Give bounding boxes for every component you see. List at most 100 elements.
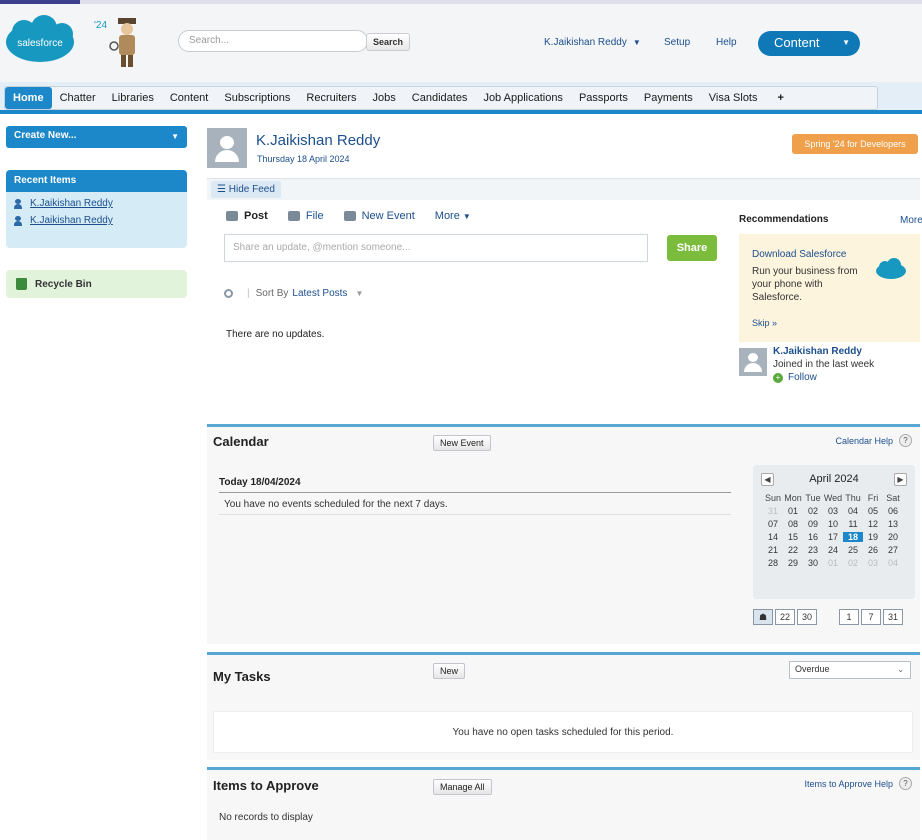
tab-recruiters[interactable]: Recruiters [298,87,364,109]
recycle-bin-link[interactable]: Recycle Bin [6,270,187,298]
chevron-down-icon: ▼ [632,38,641,47]
calendar-day[interactable]: 12 [863,519,883,529]
user-menu[interactable]: K.Jaikishan Reddy ▼ [544,37,641,48]
calendar-day[interactable]: 23 [803,545,823,555]
more-actions-tab[interactable]: More ▼ [435,210,471,222]
profile-avatar[interactable] [207,128,247,168]
list-view-button[interactable]: 30 [797,609,817,625]
tab-subscriptions[interactable]: Subscriptions [216,87,298,109]
calendar-day[interactable]: 07 [763,519,783,529]
calendar-day[interactable]: 14 [763,532,783,542]
calendar-day[interactable]: 10 [823,519,843,529]
tab-candidates[interactable]: Candidates [404,87,476,109]
tab-payments[interactable]: Payments [636,87,701,109]
app-menu-button[interactable]: Content ▼ [758,31,860,56]
tab-passports[interactable]: Passports [571,87,636,109]
calendar-day[interactable]: 08 [783,519,803,529]
tab-libraries[interactable]: Libraries [104,87,162,109]
person-avatar[interactable] [739,348,767,376]
calendar-day[interactable]: 04 [883,558,903,568]
new-task-button[interactable]: New [433,663,466,679]
calendar-day[interactable]: 15 [783,532,803,542]
hide-feed-button[interactable]: ☰ Hide Feed [211,181,281,198]
new-event-tab[interactable]: New Event [343,210,415,222]
calendar-day[interactable]: 22 [783,545,803,555]
follow-button[interactable]: + Follow [773,372,817,383]
salesforce-logo[interactable]: salesforce [4,14,76,66]
create-new-label: Create New... [14,130,77,141]
manage-all-button[interactable]: Manage All [433,779,492,795]
approvals-help-link[interactable]: Items to Approve Help? [804,777,912,790]
search-button[interactable]: Search [366,33,410,51]
calendar-day[interactable]: 01 [783,506,803,516]
day-view-button[interactable]: 1 [839,609,859,625]
recommendation-text: Run your business from your phone with S… [752,266,858,303]
calendar-day[interactable]: 30 [803,558,823,568]
calendar-day[interactable]: 20 [883,532,903,542]
file-tab[interactable]: File [287,210,324,222]
global-search-input[interactable]: Search... [178,30,368,52]
calendar-day[interactable]: 02 [803,506,823,516]
calendar-day[interactable]: 26 [863,545,883,555]
calendar-day[interactable]: 31 [763,506,783,516]
calendar-help-link[interactable]: Calendar Help? [835,434,912,447]
tab-job-applications[interactable]: Job Applications [475,87,571,109]
post-tab[interactable]: Post [226,210,268,222]
calendar-day[interactable]: 18 [843,532,863,542]
calendar-day[interactable]: 29 [783,558,803,568]
download-salesforce-link[interactable]: Download Salesforce [752,249,847,260]
release-badge-link[interactable]: Spring '24 for Developers [792,134,918,154]
calendar-day[interactable]: 21 [763,545,783,555]
sort-dropdown[interactable]: Latest Posts [292,288,347,299]
help-link[interactable]: Help [716,37,737,48]
calendar-day[interactable]: 25 [843,545,863,555]
next-month-button[interactable]: ▶ [894,473,907,486]
tab-visa-slots[interactable]: Visa Slots [701,87,766,109]
calendar-day[interactable]: 27 [883,545,903,555]
new-event-tab-label: New Event [361,210,415,222]
calendar-day[interactable]: 09 [803,519,823,529]
single-user-view-button[interactable]: ☗ [753,609,773,625]
week-view-button[interactable]: 7 [861,609,881,625]
day-name: Mon [784,493,802,503]
calendar-day[interactable]: 11 [843,519,863,529]
profile-name-link[interactable]: K.Jaikishan Reddy [256,132,380,149]
recent-item[interactable]: K.Jaikishan Reddy [14,198,187,209]
multi-user-view-button[interactable]: 22 [775,609,795,625]
calendar-day[interactable]: 06 [883,506,903,516]
release-mascot-image: '24 [94,18,136,67]
prev-month-button[interactable]: ◀ [761,473,774,486]
search-icon[interactable] [224,289,233,298]
calendar-day[interactable]: 19 [863,532,883,542]
post-input[interactable]: Share an update, @mention someone... [224,234,648,262]
calendar-day[interactable]: 16 [803,532,823,542]
calendar-day[interactable]: 01 [823,558,843,568]
calendar-day[interactable]: 03 [823,506,843,516]
calendar-day[interactable]: 17 [823,532,843,542]
recent-item[interactable]: K.Jaikishan Reddy [14,215,187,226]
approvals-title: Items to Approve [213,778,319,793]
calendar-day[interactable]: 28 [763,558,783,568]
tab-jobs[interactable]: Jobs [365,87,404,109]
calendar-day[interactable]: 05 [863,506,883,516]
calendar-day[interactable]: 04 [843,506,863,516]
month-view-button[interactable]: 31 [883,609,903,625]
tab-home[interactable]: Home [5,87,52,109]
tasks-empty-message: You have no open tasks scheduled for thi… [213,711,913,753]
calendar-day[interactable]: 13 [883,519,903,529]
tab-chatter[interactable]: Chatter [52,87,104,109]
setup-link[interactable]: Setup [664,37,690,48]
skip-link[interactable]: Skip » [752,318,777,328]
task-filter-select[interactable]: Overdue ⌄ [789,661,911,679]
new-event-button[interactable]: New Event [433,435,491,451]
tab-content[interactable]: Content [162,87,217,109]
create-new-menu[interactable]: Create New... ▼ [6,126,187,148]
calendar-day[interactable]: 03 [863,558,883,568]
recent-item-label: K.Jaikishan Reddy [30,198,113,209]
calendar-day[interactable]: 24 [823,545,843,555]
tab-all-tabs[interactable]: + [770,87,792,109]
recommendations-more-link[interactable]: More [900,215,922,226]
calendar-day[interactable]: 02 [843,558,863,568]
share-button[interactable]: Share [667,235,717,261]
person-name-link[interactable]: K.Jaikishan Reddy [773,346,862,357]
